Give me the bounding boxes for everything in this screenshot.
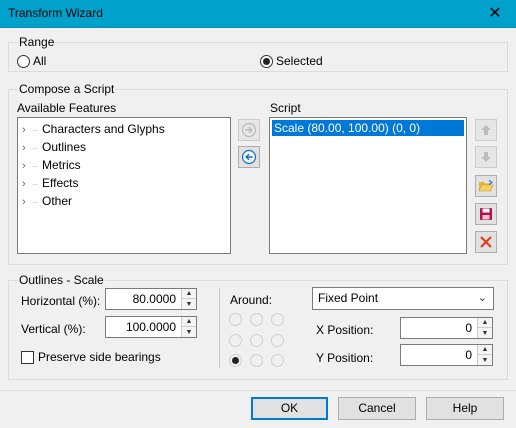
remove-from-script-button[interactable] xyxy=(238,146,260,168)
horizontal-stepper[interactable]: 80.0000 ▲ ▼ xyxy=(105,288,197,310)
anchor-middle-left[interactable] xyxy=(229,334,242,347)
title-bar: Transform Wizard ✕ xyxy=(0,0,516,28)
preserve-side-bearings-label[interactable]: Preserve side bearings xyxy=(38,350,161,364)
anchor-top-center[interactable] xyxy=(250,313,263,326)
outlines-scale-label: Outlines - Scale xyxy=(18,273,105,287)
horizontal-spin-arrows[interactable]: ▲ ▼ xyxy=(181,289,196,309)
expand-icon[interactable]: › xyxy=(22,121,32,139)
around-select[interactable]: Fixed Point ⌄ xyxy=(312,287,494,310)
script-list[interactable]: Scale (80.00, 100.00) (0, 0) xyxy=(269,117,467,254)
vertical-stepper[interactable]: 100.0000 ▲ ▼ xyxy=(105,316,197,338)
y-position-label: Y Position: xyxy=(316,351,374,365)
anchor-bottom-right[interactable] xyxy=(271,354,284,367)
x-spin-arrows[interactable]: ▲ ▼ xyxy=(477,318,492,338)
radio-selected[interactable] xyxy=(260,55,273,68)
expand-icon[interactable]: › xyxy=(22,157,32,175)
x-position-value[interactable]: 0 xyxy=(401,318,476,338)
expand-icon[interactable]: › xyxy=(22,139,32,157)
compose-label: Compose a Script xyxy=(18,82,116,96)
tree-item-characters[interactable]: › ·· Characters and Glyphs xyxy=(22,120,165,138)
help-button[interactable]: Help xyxy=(426,397,504,420)
cancel-button[interactable]: Cancel xyxy=(338,397,416,420)
spin-up-icon[interactable]: ▲ xyxy=(478,318,492,328)
chevron-down-icon: ⌄ xyxy=(477,292,487,304)
spin-up-icon[interactable]: ▲ xyxy=(182,317,196,327)
radio-all[interactable] xyxy=(17,55,30,68)
arrow-left-icon xyxy=(241,149,257,165)
move-down-icon xyxy=(481,152,491,162)
anchor-middle-center[interactable] xyxy=(250,334,263,347)
ok-button[interactable]: OK xyxy=(251,397,328,420)
x-position-label: X Position: xyxy=(316,323,374,337)
anchor-middle-right[interactable] xyxy=(271,334,284,347)
move-down-button[interactable] xyxy=(475,146,497,168)
preserve-side-bearings-checkbox[interactable] xyxy=(21,351,34,364)
move-up-button[interactable] xyxy=(475,119,497,141)
around-label: Around: xyxy=(230,293,273,307)
anchor-top-right[interactable] xyxy=(271,313,284,326)
y-spin-arrows[interactable]: ▲ ▼ xyxy=(477,345,492,365)
spin-up-icon[interactable]: ▲ xyxy=(478,345,492,355)
add-to-script-button[interactable] xyxy=(238,119,260,141)
tree-connector-icon: ·· xyxy=(32,197,38,208)
horizontal-value[interactable]: 80.0000 xyxy=(106,289,180,309)
available-features-tree[interactable]: › ·· Characters and Glyphs › ·· Outlines › ··… xyxy=(17,117,231,254)
y-position-value[interactable]: 0 xyxy=(401,345,476,365)
arrow-right-icon xyxy=(241,122,257,138)
close-icon[interactable]: ✕ xyxy=(478,0,512,27)
around-select-value: Fixed Point xyxy=(318,291,379,305)
expand-icon[interactable]: › xyxy=(22,193,32,211)
expand-icon[interactable]: › xyxy=(22,175,32,193)
move-up-icon xyxy=(481,125,491,135)
spin-down-icon[interactable]: ▼ xyxy=(182,327,196,337)
spin-down-icon[interactable]: ▼ xyxy=(478,355,492,365)
delete-script-button[interactable] xyxy=(475,231,497,253)
save-icon xyxy=(480,208,492,220)
anchor-top-left[interactable] xyxy=(229,313,242,326)
spin-up-icon[interactable]: ▲ xyxy=(182,289,196,299)
radio-all-label[interactable]: All xyxy=(33,54,46,68)
available-features-label: Available Features xyxy=(17,101,117,115)
spin-down-icon[interactable]: ▼ xyxy=(182,299,196,309)
tree-item-metrics[interactable]: › ·· Metrics xyxy=(22,156,81,174)
range-label: Range xyxy=(18,35,56,49)
radio-selected-label[interactable]: Selected xyxy=(276,54,323,68)
vertical-separator xyxy=(219,288,220,368)
script-label: Script xyxy=(270,101,301,115)
tree-item-effects[interactable]: › ·· Effects xyxy=(22,174,78,192)
anchor-bottom-center[interactable] xyxy=(250,354,263,367)
vertical-spin-arrows[interactable]: ▲ ▼ xyxy=(181,317,196,337)
save-script-button[interactable] xyxy=(475,203,497,225)
delete-icon xyxy=(480,236,492,248)
tree-item-outlines[interactable]: › ·· Outlines xyxy=(22,138,86,156)
anchor-bottom-left[interactable] xyxy=(229,354,242,367)
open-folder-icon xyxy=(478,180,494,192)
open-script-button[interactable] xyxy=(475,175,497,197)
y-position-stepper[interactable]: 0 ▲ ▼ xyxy=(400,344,493,366)
tree-item-other[interactable]: › ·· Other xyxy=(22,192,72,210)
range-group xyxy=(8,42,508,72)
horizontal-label: Horizontal (%): xyxy=(21,294,101,308)
vertical-label: Vertical (%): xyxy=(21,322,86,336)
x-position-stepper[interactable]: 0 ▲ ▼ xyxy=(400,317,493,339)
window-title: Transform Wizard xyxy=(8,6,103,20)
script-item-selected[interactable]: Scale (80.00, 100.00) (0, 0) xyxy=(272,120,464,136)
spin-down-icon[interactable]: ▼ xyxy=(478,328,492,338)
vertical-value[interactable]: 100.0000 xyxy=(106,317,180,337)
